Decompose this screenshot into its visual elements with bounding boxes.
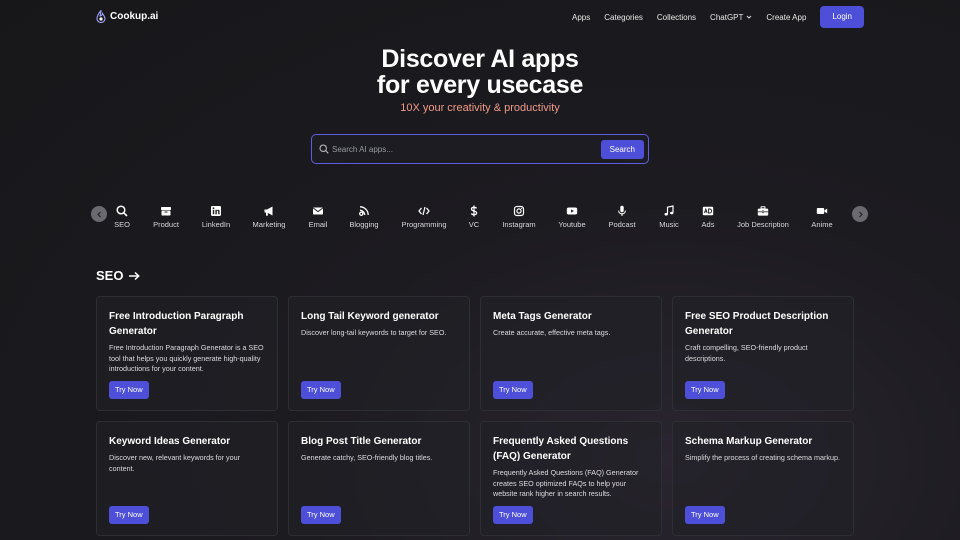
try-now-button[interactable]: Try Now [685, 506, 725, 524]
try-now-button[interactable]: Try Now [301, 381, 341, 399]
app-card[interactable]: Free Introduction Paragraph Generator Fr… [96, 296, 278, 411]
card-description: Generate catchy, SEO-friendly blog title… [301, 453, 433, 462]
microphone-icon [618, 205, 626, 216]
category-label: LinkedIn [201, 220, 231, 229]
arrow-right-icon [129, 271, 141, 280]
search-icon [116, 205, 128, 217]
hero-title-line2: for every usecase [376, 71, 584, 99]
youtube-icon [566, 207, 578, 215]
category-label: Email [308, 220, 328, 229]
category-label: Ads [701, 220, 715, 229]
video-camera-icon [816, 208, 828, 214]
card-description: Frequently Asked Questions (FAQ) Generat… [493, 468, 639, 498]
card-description: Craft compelling, SEO-friendly product d… [685, 343, 808, 363]
category-label: Youtube [558, 220, 586, 229]
search-input[interactable] [332, 141, 602, 157]
nav-collections[interactable]: Collections [657, 13, 696, 22]
card-description: Free Introduction Paragraph Generator is… [109, 343, 264, 373]
card-title: Keyword Ideas Generator [109, 436, 231, 447]
hero-subtitle: 10X your creativity & productivity [400, 102, 560, 114]
blog-icon [359, 206, 369, 216]
search-bar: Search [311, 134, 649, 164]
card-title: Schema Markup Generator [685, 436, 813, 447]
section-title-text: SEO [96, 268, 124, 283]
app-card[interactable]: Free SEO Product Description Generator C… [672, 296, 854, 411]
card-description: Discover new, relevant keywords for your… [109, 453, 241, 473]
app-card[interactable]: Meta Tags Generator Create accurate, eff… [480, 296, 662, 411]
section-title-seo[interactable]: SEO [96, 268, 141, 283]
hero-title-line1: Discover AI apps [381, 45, 579, 73]
category-label: SEO [114, 220, 130, 229]
logo-text: Cookup.ai [110, 11, 159, 22]
linkedin-icon [211, 206, 221, 216]
card-title: Blog Post Title Generator [301, 436, 422, 447]
category-label: Instagram [502, 220, 536, 229]
search-button[interactable]: Search [600, 140, 644, 159]
chevron-right-icon [858, 211, 863, 217]
briefcase-icon [757, 206, 769, 216]
login-button[interactable]: Login [820, 6, 864, 28]
flame-logo-icon [96, 10, 106, 23]
try-now-button[interactable]: Try Now [109, 381, 149, 399]
card-title: Long Tail Keyword generator [301, 311, 439, 322]
search-icon [319, 144, 329, 154]
app-card[interactable]: Schema Markup Generator Simplify the pro… [672, 421, 854, 536]
logo[interactable]: Cookup.ai [96, 10, 158, 23]
try-now-button[interactable]: Try Now [493, 506, 533, 524]
product-icon [161, 207, 171, 216]
try-now-button[interactable]: Try Now [685, 381, 725, 399]
nav-categories[interactable]: Categories [604, 13, 643, 22]
category-anime[interactable]: Anime [787, 205, 857, 229]
try-now-button[interactable]: Try Now [301, 506, 341, 524]
category-label: Blogging [349, 220, 379, 229]
category-label: Job Description [737, 220, 789, 229]
try-now-button[interactable]: Try Now [109, 506, 149, 524]
chevron-down-icon [747, 15, 752, 19]
category-label: Product [153, 220, 179, 229]
card-title: Free Introduction Paragraph Generator [109, 311, 244, 337]
instagram-icon [513, 205, 525, 217]
category-label: Anime [811, 220, 833, 229]
card-description: Simplify the process of creating schema … [685, 453, 840, 462]
ad-icon [702, 206, 714, 216]
nav-chatgpt-label: ChatGPT [710, 12, 744, 22]
nav-apps[interactable]: Apps [572, 13, 590, 22]
card-description: Discover long-tail keywords to target fo… [301, 328, 447, 337]
nav-create-app[interactable]: Create App [766, 13, 806, 22]
category-label: Marketing [252, 220, 286, 229]
hero: Discover AI apps for every usecase 10X y… [0, 46, 960, 114]
envelope-icon [312, 207, 324, 215]
app-card[interactable]: Blog Post Title Generator Generate catch… [288, 421, 470, 536]
app-card[interactable]: Keyword Ideas Generator Discover new, re… [96, 421, 278, 536]
megaphone-icon [264, 206, 273, 216]
try-now-button[interactable]: Try Now [493, 381, 533, 399]
category-label: VC [468, 220, 480, 229]
app-card[interactable]: Frequently Asked Questions (FAQ) Generat… [480, 421, 662, 536]
card-title: Frequently Asked Questions (FAQ) Generat… [493, 436, 629, 462]
hero-title: Discover AI apps for every usecase [0, 46, 960, 98]
nav-chatgpt-dropdown[interactable]: ChatGPT [710, 13, 752, 22]
top-nav: Cookup.ai Apps Categories Collections Ch… [0, 0, 960, 34]
category-label: Podcast [608, 220, 636, 229]
card-title: Meta Tags Generator [493, 311, 592, 322]
app-card[interactable]: Long Tail Keyword generator Discover lon… [288, 296, 470, 411]
dollar-icon [470, 205, 478, 217]
code-icon [418, 206, 430, 216]
card-description: Create accurate, effective meta tags. [493, 328, 611, 337]
card-title: Free SEO Product Description Generator [685, 311, 829, 337]
